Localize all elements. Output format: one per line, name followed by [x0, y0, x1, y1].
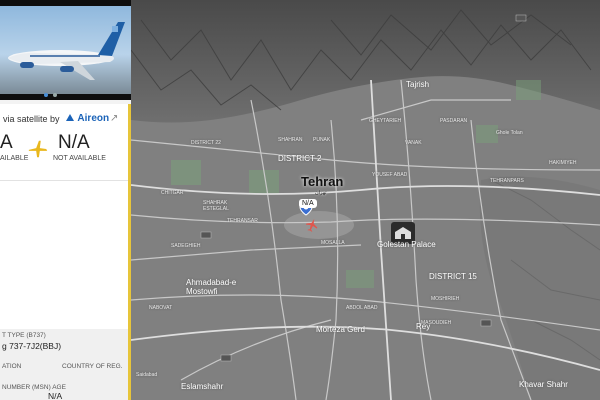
- map-label-shahran: SHAHRAN: [278, 137, 303, 143]
- aireon-link[interactable]: Aireon: [65, 113, 109, 124]
- aircraft-photo-plane: [8, 22, 125, 80]
- registration-label: ATION: [2, 363, 22, 370]
- map-label-chitgar: CHITGAR: [161, 190, 184, 196]
- aireon-logo-icon: [66, 114, 74, 121]
- carousel-dots[interactable]: [0, 93, 131, 99]
- map-label-tajrish: Tajrish: [406, 80, 430, 89]
- map-label-morteza: Morteza Gerd: [316, 325, 365, 334]
- map-label-khavar: Khavar Shahr: [519, 380, 568, 389]
- status-right-value: N/A: [58, 132, 90, 153]
- map-label-shahrak: SHAHRAK ESTEGLAL: [203, 200, 229, 212]
- carousel-dot[interactable]: [44, 93, 48, 97]
- satellite-text: via satellite by: [3, 114, 60, 124]
- map-label-rey: Rey: [416, 322, 431, 331]
- map-label-district15: DISTRICT 15: [429, 272, 477, 281]
- status-left: A AILABLE: [0, 132, 28, 172]
- flight-callout[interactable]: N/A: [299, 199, 317, 208]
- map-view[interactable]: Tajrish DISTRICT 2 DISTRICT 22 DISTRICT …: [131, 0, 600, 400]
- flight-details: via satellite by Aireon ↗ A AILABLE N/A …: [0, 104, 131, 400]
- aircraft-photo[interactable]: [0, 0, 131, 100]
- map-label-tehransar: TEHRANSAR: [227, 218, 258, 224]
- aircraft-type-value: g 737-7J2(BBJ): [2, 341, 62, 351]
- satellite-source-row: via satellite by Aireon ↗: [0, 110, 128, 128]
- map-label-mosalla: MOSALLA: [321, 240, 345, 246]
- green-park: [346, 270, 374, 288]
- external-link-icon[interactable]: ↗: [110, 113, 118, 124]
- map-label-gheytarieh: GHEYTARIEH: [369, 118, 402, 124]
- aireon-label: Aireon: [77, 113, 110, 124]
- highway-shield: [515, 14, 527, 22]
- map-label-mosheirieh: MOSHIRIEH: [431, 296, 460, 302]
- map-label-sadeghieh: SADEGHIEH: [171, 243, 201, 249]
- status-right: N/A NOT AVAILABLE: [53, 132, 106, 172]
- map-label-eslamshahr: Eslamshahr: [181, 382, 224, 391]
- serial-value: N/A: [48, 391, 63, 400]
- map-label-district2: DISTRICT 2: [278, 154, 322, 163]
- serial-label: NUMBER (MSN) AGE: [2, 384, 66, 391]
- green-park: [516, 80, 541, 100]
- map-label-ahmadabad: Ahmadabad-e Mostowfi: [186, 278, 237, 296]
- aircraft-type-label: T TYPE (B737): [2, 332, 46, 339]
- city-label-tehran: Tehran: [301, 174, 344, 189]
- map-label-tehranpars: TEHRANPARS: [490, 178, 524, 184]
- map-label-saidabad: Saidabad: [136, 372, 158, 378]
- green-park: [476, 125, 498, 143]
- highway-shield: [480, 319, 492, 327]
- map-label-abdol: ABDOL ABAD: [346, 305, 378, 311]
- airplane-icon: [28, 140, 48, 158]
- map-label-vanak: VANAK: [405, 140, 422, 146]
- golestan-palace-label: Golestan Palace: [377, 240, 436, 249]
- map-label-pasdaran: PASDARAN: [440, 118, 468, 124]
- country-label: COUNTRY OF REG.: [62, 363, 123, 370]
- status-right-label: NOT AVAILABLE: [53, 155, 106, 162]
- divider: [0, 180, 128, 181]
- aircraft-info-box: T TYPE (B737) g 737-7J2(BBJ) ATION COUNT…: [0, 329, 128, 400]
- map-label-district22: DISTRICT 22: [191, 140, 221, 146]
- city-label-tehran-fa: تهران: [315, 190, 327, 196]
- map-label-yousef: YOUSEF ABAD: [372, 172, 408, 178]
- map-canvas[interactable]: [131, 0, 600, 400]
- highway-shield: [200, 231, 212, 239]
- map-label-nabovat: NABOVAT: [149, 305, 173, 311]
- flight-info-panel: via satellite by Aireon ↗ A AILABLE N/A …: [0, 0, 131, 400]
- map-label-punak: PUNAK: [313, 137, 331, 143]
- map-label-ghole: Ghole Tolan: [496, 130, 523, 136]
- carousel-dot[interactable]: [53, 93, 57, 97]
- status-left-label: AILABLE: [0, 155, 29, 162]
- map-label-hakimiyeh: HAKIMIYEH: [549, 160, 577, 166]
- highway-shield: [220, 354, 232, 362]
- flight-callout-label: N/A: [302, 200, 314, 207]
- status-left-value: A: [0, 132, 13, 153]
- green-park: [171, 160, 201, 185]
